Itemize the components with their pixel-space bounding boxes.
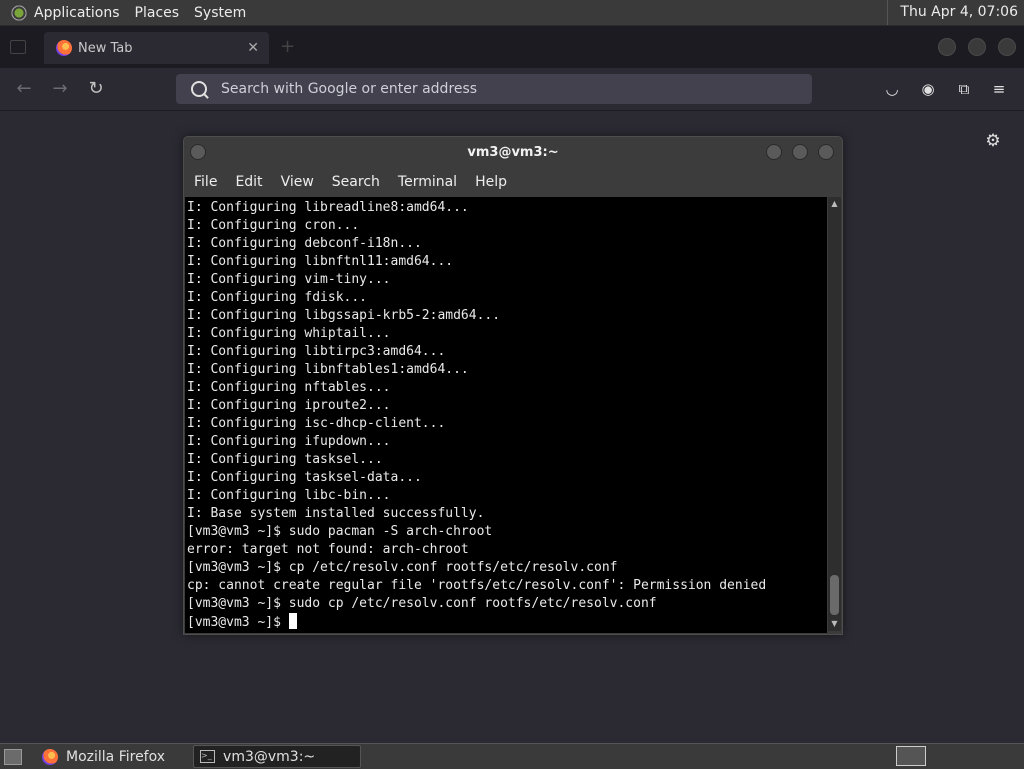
menu-system[interactable]: System <box>194 5 246 21</box>
terminal-line: I: Configuring whiptail... <box>187 326 391 341</box>
extensions-icon[interactable]: ⧉ <box>955 80 973 98</box>
browser-tabbar: New Tab ✕ + <box>0 26 1024 68</box>
taskbar-item-firefox[interactable]: Mozilla Firefox <box>36 746 173 767</box>
menu-view[interactable]: View <box>281 174 314 190</box>
scroll-up-icon[interactable]: ▲ <box>828 199 841 208</box>
top-panel: Applications Places System Thu Apr 4, 07… <box>0 0 1024 26</box>
menu-edit[interactable]: Edit <box>235 174 262 190</box>
minimize-button[interactable] <box>766 144 782 160</box>
minimize-button[interactable] <box>938 38 956 56</box>
reload-icon[interactable]: ↻ <box>85 79 107 99</box>
workspace-switcher[interactable] <box>896 746 926 766</box>
terminal-line: I: Configuring tasksel-data... <box>187 470 422 485</box>
show-desktop-icon[interactable] <box>4 748 22 765</box>
terminal-line: [vm3@vm3 ~]$ cp /etc/resolv.conf rootfs/… <box>187 560 618 575</box>
menu-applications[interactable]: Applications <box>34 5 120 21</box>
menu-file[interactable]: File <box>194 174 217 190</box>
terminal-line: I: Configuring fdisk... <box>187 290 368 305</box>
terminal-title: vm3@vm3:~ <box>467 144 559 160</box>
terminal-line: I: Configuring libnftnl11:amd64... <box>187 254 454 269</box>
taskbar-item-terminal[interactable]: >_ vm3@vm3:~ <box>193 745 362 768</box>
firefox-icon <box>42 748 58 765</box>
terminal-line: I: Configuring ifupdown... <box>187 434 391 449</box>
terminal-window[interactable]: vm3@vm3:~ File Edit View Search Terminal… <box>183 136 843 635</box>
menu-icon[interactable]: ≡ <box>990 80 1008 98</box>
close-button[interactable] <box>818 144 834 160</box>
terminal-line: cp: cannot create regular file 'rootfs/e… <box>187 578 767 593</box>
terminal-line: I: Configuring tasksel... <box>187 452 383 467</box>
tab-list-icon[interactable] <box>10 40 26 54</box>
pocket-icon[interactable]: ◡ <box>883 80 901 98</box>
window-menu-button[interactable] <box>190 144 206 160</box>
terminal-line: I: Configuring libreadline8:amd64... <box>187 200 469 215</box>
terminal-line: I: Configuring nftables... <box>187 380 391 395</box>
terminal-prompt-line: [vm3@vm3 ~]$ <box>187 613 827 632</box>
terminal-line: I: Base system installed successfully. <box>187 506 485 521</box>
firefox-icon <box>56 40 72 56</box>
terminal-line: I: Configuring libnftables1:amd64... <box>187 362 469 377</box>
maximize-button[interactable] <box>968 38 986 56</box>
terminal-line: I: Configuring isc-dhcp-client... <box>187 416 446 431</box>
terminal-line: I: Configuring libc-bin... <box>187 488 391 503</box>
account-icon[interactable]: ◉ <box>919 80 937 98</box>
tab-new-tab[interactable]: New Tab ✕ <box>44 32 269 64</box>
bottom-panel: Mozilla Firefox >_ vm3@vm3:~ <box>0 743 1024 769</box>
terminal-line: I: Configuring libgssapi-krb5-2:amd64... <box>187 308 501 323</box>
url-bar[interactable]: Search with Google or enter address <box>176 74 812 104</box>
terminal-line: I: Configuring libtirpc3:amd64... <box>187 344 446 359</box>
terminal-line: I: Configuring debconf-i18n... <box>187 236 422 251</box>
taskbar-item-label: Mozilla Firefox <box>66 748 166 765</box>
scrollbar[interactable]: ▲ ▼ <box>828 197 841 631</box>
url-placeholder: Search with Google or enter address <box>221 81 478 97</box>
text-cursor <box>288 613 297 629</box>
maximize-button[interactable] <box>792 144 808 160</box>
terminal-line: I: Configuring iproute2... <box>187 398 391 413</box>
menu-search[interactable]: Search <box>332 174 380 190</box>
new-tab-icon[interactable]: + <box>280 36 295 57</box>
tab-title: New Tab <box>78 40 133 56</box>
terminal-line: I: Configuring cron... <box>187 218 360 233</box>
scroll-down-icon[interactable]: ▼ <box>828 619 841 628</box>
terminal-line: [vm3@vm3 ~]$ sudo cp /etc/resolv.conf ro… <box>187 596 657 611</box>
terminal-menubar: File Edit View Search Terminal Help <box>184 167 842 197</box>
distro-logo-icon[interactable] <box>10 3 28 22</box>
terminal-icon: >_ <box>200 750 216 763</box>
scrollbar-thumb[interactable] <box>830 575 839 615</box>
gear-icon[interactable]: ⚙ <box>984 132 1002 150</box>
menu-terminal[interactable]: Terminal <box>398 174 457 190</box>
browser-navbar: ← → ↻ Search with Google or enter addres… <box>0 68 1024 111</box>
menu-help[interactable]: Help <box>475 174 507 190</box>
taskbar-item-label: vm3@vm3:~ <box>223 748 316 765</box>
terminal-line: I: Configuring vim-tiny... <box>187 272 391 287</box>
close-icon[interactable]: ✕ <box>247 40 259 56</box>
menu-places[interactable]: Places <box>135 5 180 21</box>
clock[interactable]: Thu Apr 4, 07:06 <box>887 0 1024 25</box>
terminal-output[interactable]: I: Configuring libreadline8:amd64... I: C… <box>185 197 827 633</box>
terminal-prompt: [vm3@vm3 ~]$ <box>187 615 289 630</box>
terminal-line: [vm3@vm3 ~]$ sudo pacman -S arch-chroot <box>187 524 493 539</box>
terminal-line: error: target not found: arch-chroot <box>187 542 469 557</box>
close-window-button[interactable] <box>998 38 1016 56</box>
terminal-titlebar[interactable]: vm3@vm3:~ <box>184 137 842 167</box>
search-icon <box>191 81 207 97</box>
back-icon[interactable]: ← <box>13 79 35 99</box>
forward-icon[interactable]: → <box>49 79 71 99</box>
